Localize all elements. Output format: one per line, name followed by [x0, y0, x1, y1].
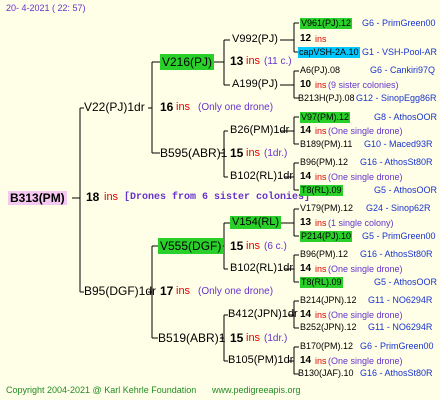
gen2-count-1: 15	[230, 146, 244, 160]
gen4-info-12: G11 - NO6294R	[368, 295, 433, 305]
gen4-name-7: T8(RL).09	[300, 185, 343, 196]
gen4-name-15: B130(JAF).10	[298, 368, 354, 378]
gen2-note-2: (6 c.)	[264, 241, 287, 252]
gen2-ins-0: ins	[246, 55, 261, 67]
gen1-ins-1: ins	[176, 285, 191, 297]
gen3-ins-1: ins	[315, 80, 327, 90]
gen2-name-0: V216(PJ)	[160, 54, 215, 70]
gen2-ins-3: ins	[246, 332, 261, 344]
gen3-ins-3: ins	[315, 172, 327, 182]
gen3-ins-2: ins	[315, 126, 327, 136]
gen4-name-11: T8(RL).09	[300, 277, 343, 288]
gen1-note-0: (Only one drone)	[198, 102, 274, 113]
gen2-count-2: 15	[230, 239, 244, 253]
gen3-note-4: (1 single colony)	[328, 218, 394, 228]
gen3-ins-7: ins	[315, 356, 327, 366]
gen4-info-11: G5 - AthosOOR	[374, 277, 438, 287]
gen3-note-6: (One single drone)	[328, 310, 403, 320]
gen4-info-6: G16 - AthosSt80R	[360, 157, 433, 167]
gen1-count-0: 16	[160, 100, 174, 114]
gen3-count-1: 10	[300, 79, 312, 90]
gen3-note-5: (One single drone)	[328, 264, 403, 274]
gen2-note-1: (1dr.)	[264, 148, 288, 159]
gen2-name-1: B595(ABR)1	[160, 146, 228, 160]
gen4-name-5: B189(PM).11	[300, 139, 353, 149]
root-queen: B313(PM)	[8, 191, 67, 205]
gen4-name-1: capVSH-2A.10	[298, 47, 360, 58]
gen3-count-7: 14	[300, 355, 312, 366]
gen3-ins-5: ins	[315, 264, 327, 274]
gen4-name-12: B214(JPN).12	[300, 295, 357, 305]
gen3-note-2: (One single drone)	[328, 126, 403, 136]
gen3-ins-4: ins	[315, 218, 327, 228]
gen2-name-3: B519(ABR)1	[158, 331, 226, 345]
gen4-name-10: B96(PM).12	[300, 249, 349, 259]
gen4-info-13: G11 - NO6294R	[368, 322, 433, 332]
gen4-info-2: G6 - Cankiri97Q	[370, 65, 436, 75]
gen2-count-0: 13	[230, 54, 244, 68]
gen3-name-4: V154(RL)	[230, 216, 282, 229]
gen3-count-3: 14	[300, 171, 312, 182]
gen3-note-3: (One single drone)	[328, 172, 403, 182]
gen3-ins-0: ins	[315, 34, 327, 44]
gen3-count-4: 13	[300, 217, 312, 228]
gen3-count-0: 12	[300, 33, 312, 44]
gen4-name-9: P214(PJ).10	[300, 231, 353, 242]
gen4-info-1: G1 - VSH-Pool-AR	[362, 47, 438, 57]
gen3-count-6: 14	[300, 309, 312, 320]
gen4-info-14: G6 - PrimGreen00	[360, 341, 434, 351]
gen1-note-1: (Only one drone)	[198, 286, 274, 297]
gen4-info-4: G8 - AthosOOR	[374, 112, 438, 122]
gen4-info-10: G16 - AthosSt80R	[360, 249, 433, 259]
gen2-ins-1: ins	[246, 147, 261, 159]
gen2-note-3: (1dr.)	[264, 333, 288, 344]
gen4-name-6: B96(PM).12	[300, 157, 349, 167]
gen4-name-14: B170(PM).12	[300, 341, 354, 351]
gen3-ins-6: ins	[315, 310, 327, 320]
gen4-info-5: G10 - Maced93R	[364, 139, 433, 149]
copyright-text: Copyright 2004-2021 @ Karl Kehrle Founda…	[6, 385, 197, 395]
gen1-ins-0: ins	[176, 101, 191, 113]
gen4-name-2: A6(PJ).08	[300, 65, 341, 75]
root-ins: ins	[104, 191, 119, 203]
gen2-count-3: 15	[230, 331, 244, 345]
gen4-info-7: G5 - AthosOOR	[374, 185, 438, 195]
gen4-name-8: V179(PM).12	[300, 203, 354, 213]
gen2-ins-2: ins	[246, 240, 261, 252]
gen1-name-0: V22(PJ)1dr	[84, 100, 145, 114]
gen4-info-15: G16 - AthosSt80R	[360, 368, 433, 378]
gen4-info-3: G12 - SinopEgg86R	[356, 93, 437, 103]
gen3-name-5: B102(RL)1dr	[230, 262, 293, 274]
gen4-info-0: G6 - PrimGreen00	[362, 18, 436, 28]
gen3-name-7: B105(PM)1dr	[228, 354, 294, 366]
gen3-name-2: B26(PM)1dr	[230, 124, 290, 136]
gen4-name-0: V961(PJ).12	[300, 18, 353, 29]
gen3-name-3: B102(RL)1dr	[230, 170, 293, 182]
root-note: [Drones from 6 sister colonies]	[124, 192, 311, 203]
website-link[interactable]: www.pedigreeapis.org	[212, 386, 301, 395]
gen2-note-0: (11 c.)	[264, 56, 292, 67]
root-count: 18	[86, 190, 100, 204]
gen3-count-2: 14	[300, 125, 312, 136]
gen3-name-1: A199(PJ)	[232, 78, 278, 90]
gen4-info-9: G5 - PrimGreen00	[362, 231, 436, 241]
gen3-name-0: V992(PJ)	[232, 33, 278, 45]
gen3-note-1: (9 sister colonies)	[328, 80, 399, 90]
gen4-info-8: G24 - Sinop62R	[366, 203, 431, 213]
gen4-name-4: V97(PM).12	[300, 112, 351, 123]
gen4-name-13: B252(JPN).12	[300, 322, 357, 332]
gen3-note-7: (One single drone)	[328, 356, 403, 366]
gen1-count-1: 17	[160, 284, 174, 298]
gen1-name-1: B95(DGF)1dr	[84, 284, 157, 298]
gen3-count-5: 14	[300, 263, 312, 274]
gen2-name-2: V555(DGF)	[158, 238, 224, 254]
date-stamp: 20- 4-2021 ( 22: 57)	[6, 3, 86, 13]
gen4-name-3: B213H(PJ).08	[298, 93, 355, 103]
gen3-name-6: B412(JPN)1dr	[228, 308, 298, 320]
